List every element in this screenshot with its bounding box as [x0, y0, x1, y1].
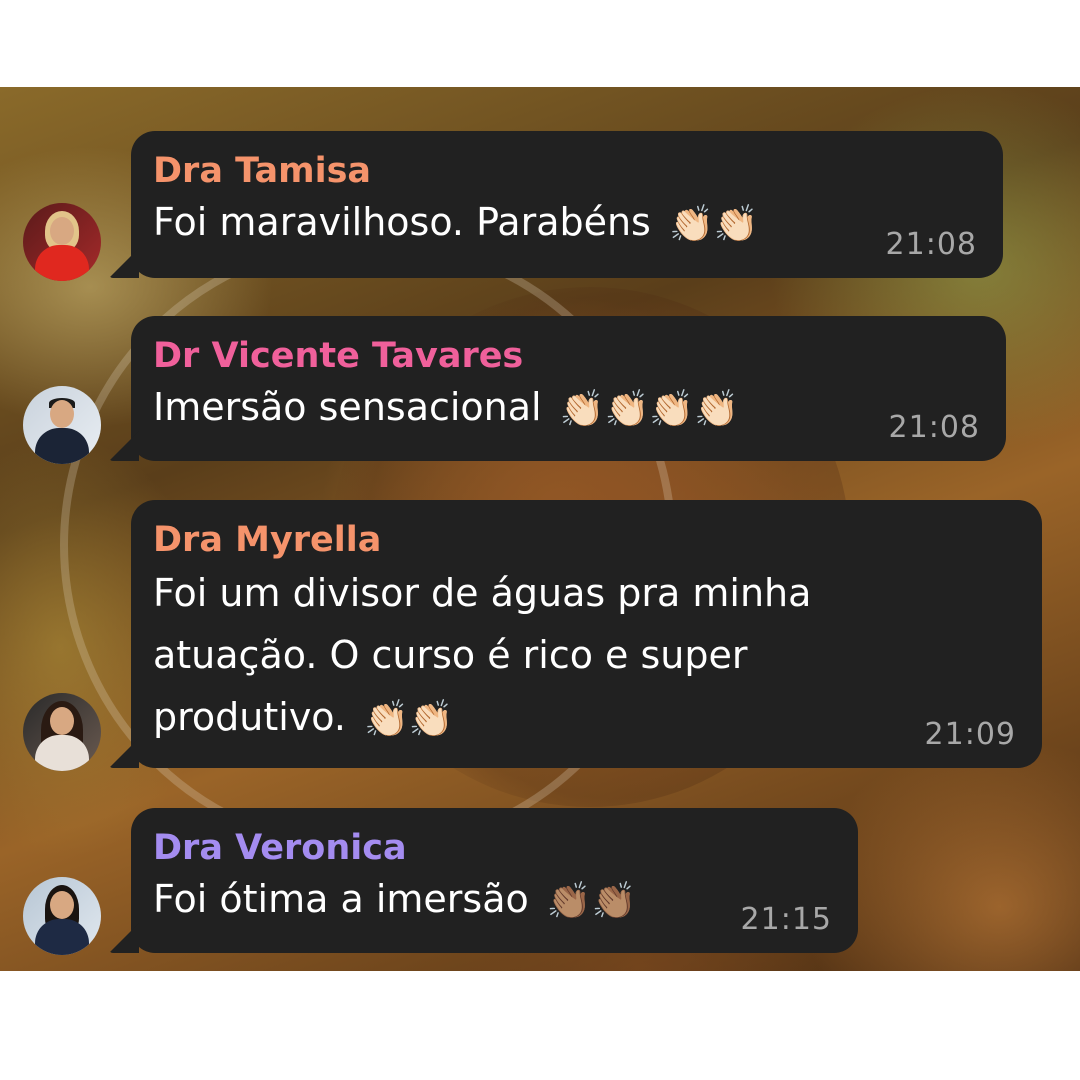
message-text: Foi maravilhoso. Parabéns 👏🏻👏🏻 [153, 191, 979, 253]
clapping-hands-emoji: 👏🏻👏🏻 [364, 698, 454, 740]
clapping-hands-emoji: 👏🏻👏🏻👏🏻👏🏻 [559, 388, 739, 430]
message-timestamp: 21:15 [740, 902, 832, 937]
message-text: Foi um divisor de águas pra minha atuaçã… [153, 562, 1018, 748]
message-body: Foi um divisor de águas pra minha atuaçã… [153, 571, 812, 739]
message-body: Foi ótima a imersão [153, 877, 529, 921]
sender-name[interactable]: Dr Vicente Tavares [153, 334, 982, 378]
avatar[interactable] [23, 877, 101, 955]
message-body: Imersão sensacional [153, 385, 542, 429]
message-body: Foi maravilhoso. Parabéns [153, 200, 651, 244]
sender-name[interactable]: Dra Myrella [153, 518, 1018, 562]
message-bubble[interactable]: Dra Veronica Foi ótima a imersão 👏🏽👏🏽 21… [109, 808, 858, 953]
message-bubble[interactable]: Dra Myrella Foi um divisor de águas pra … [109, 500, 1042, 768]
clapping-hands-emoji: 👏🏽👏🏽 [546, 880, 637, 922]
message-timestamp: 21:08 [888, 410, 980, 445]
message-timestamp: 21:08 [885, 227, 977, 262]
message-bubble[interactable]: Dr Vicente Tavares Imersão sensacional 👏… [109, 316, 1006, 461]
sender-name[interactable]: Dra Tamisa [153, 149, 979, 193]
message-text: Foi ótima a imersão 👏🏽👏🏽 [153, 868, 834, 930]
avatar[interactable] [23, 693, 101, 771]
message-timestamp: 21:09 [924, 717, 1016, 752]
message-text: Imersão sensacional 👏🏻👏🏻👏🏻👏🏻 [153, 376, 982, 438]
sender-name[interactable]: Dra Veronica [153, 826, 834, 870]
message-bubble[interactable]: Dra Tamisa Foi maravilhoso. Parabéns 👏🏻👏… [109, 131, 1003, 278]
clapping-hands-emoji: 👏🏻👏🏻 [668, 203, 759, 245]
avatar[interactable] [23, 203, 101, 281]
avatar[interactable] [23, 386, 101, 464]
